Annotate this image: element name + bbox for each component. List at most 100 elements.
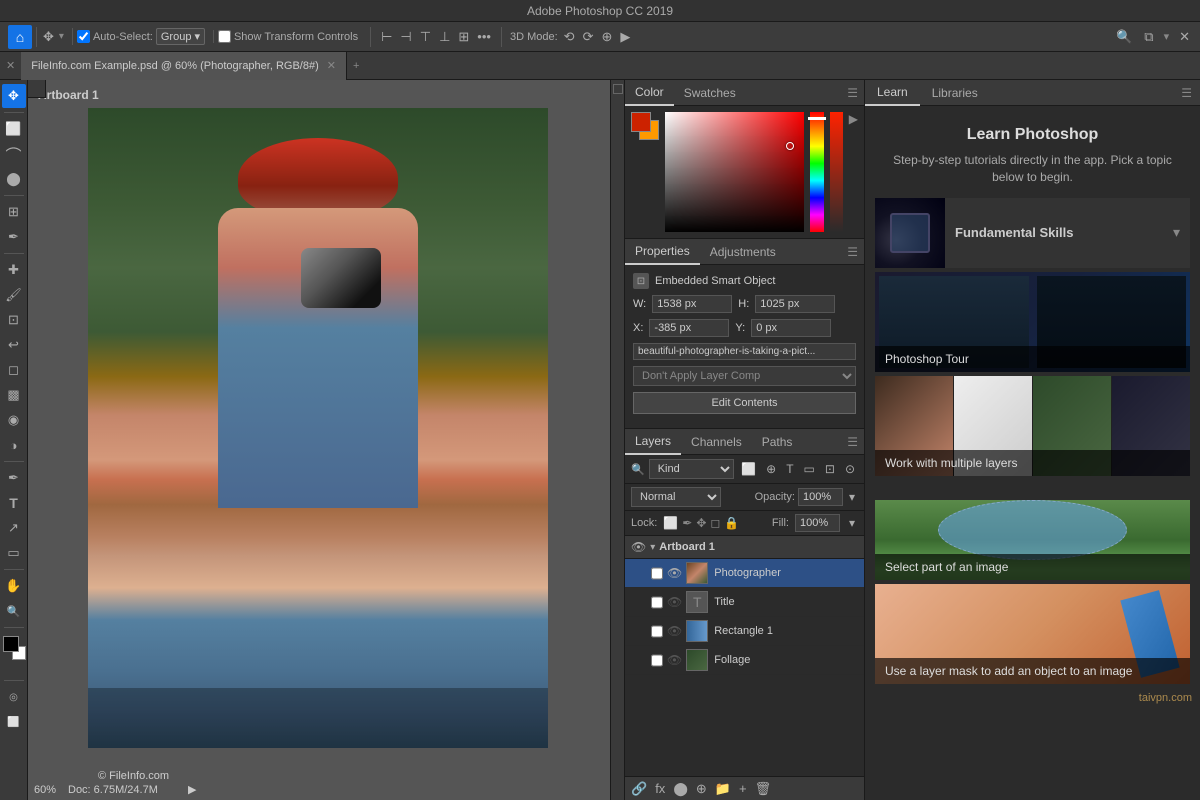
autoselect-checkbox[interactable] (77, 30, 90, 43)
layers-blend-mode[interactable]: Normal (631, 487, 721, 507)
color-expand-btn[interactable]: ▶ (849, 112, 858, 126)
layer-adjustment-btn[interactable]: ⊕ (696, 781, 707, 797)
section-header-fundamental[interactable]: Fundamental Skills ▾ (875, 198, 1190, 268)
brush-tool[interactable]: 🖌 (2, 283, 26, 307)
color-alpha-slider[interactable] (830, 112, 843, 232)
artboard-visibility-btn[interactable]: 👁 (631, 540, 646, 554)
home-button[interactable]: ⌂ (8, 25, 32, 49)
layer-rectangle-checkbox[interactable] (651, 625, 663, 638)
align-left-btn[interactable]: ⊢ (379, 27, 394, 47)
zoom-tool[interactable]: 🔍 (2, 599, 26, 623)
fill-value-input[interactable] (795, 514, 840, 532)
tab-paths[interactable]: Paths (752, 429, 803, 455)
new-tab-btn[interactable]: + (353, 60, 359, 72)
layer-photographer-checkbox[interactable] (651, 567, 663, 580)
layer-title[interactable]: 👁 T Title (625, 588, 864, 617)
layer-mask-btn[interactable]: ⬤ (673, 781, 688, 797)
move-tool[interactable]: ✥ (2, 84, 26, 108)
layers-filter-shape-btn[interactable]: ▭ (801, 461, 818, 477)
quick-mask-btn[interactable]: ◎ (2, 685, 26, 709)
blur-tool[interactable]: ◉ (2, 408, 26, 432)
card-photoshop-tour[interactable]: Photoshop Tour (875, 272, 1190, 372)
edit-contents-btn[interactable]: Edit Contents (633, 392, 856, 414)
props-layercomp-dropdown[interactable]: Don't Apply Layer Comp (633, 366, 856, 386)
layer-group-btn[interactable]: 📁 (715, 781, 731, 797)
color-hue-slider[interactable] (810, 112, 823, 232)
props-panel-menu[interactable]: ☰ (847, 245, 864, 259)
eraser-tool[interactable]: ◻ (2, 358, 26, 382)
threed-mode3-btn[interactable]: ⊕ (599, 27, 614, 47)
autoselect-dropdown[interactable]: Group ▾ (156, 28, 205, 45)
card-select-part[interactable]: Select part of an image (875, 480, 1190, 580)
gradient-tool[interactable]: ▩ (2, 383, 26, 407)
lasso-tool[interactable]: ⌒ (2, 142, 26, 166)
layer-delete-btn[interactable]: 🗑 (755, 781, 772, 797)
card-layer-mask[interactable]: Use a layer mask to add an object to an … (875, 584, 1190, 684)
layers-filter-adjustment-btn[interactable]: ⊕ (763, 461, 779, 477)
transform-checkbox[interactable] (218, 30, 231, 43)
screen-mode-btn[interactable]: ⬜ (2, 710, 26, 734)
color-saturation-brightness[interactable] (665, 112, 804, 232)
arrange-button[interactable]: ⧉ (1142, 27, 1155, 47)
layer-rectangle-eye[interactable]: 👁 (667, 624, 682, 638)
section-arrow-fundamental[interactable]: ▾ (1173, 224, 1190, 241)
layers-kind-select[interactable]: Kind (649, 459, 734, 479)
stamp-tool[interactable]: ⊡ (2, 308, 26, 332)
layers-opacity-arrow[interactable]: ▾ (846, 489, 858, 505)
layer-foliage-checkbox[interactable] (651, 654, 663, 667)
threed-mode4-btn[interactable]: ▶ (618, 27, 632, 47)
lock-pixels-btn[interactable]: ✒ (682, 516, 692, 530)
align-top-btn[interactable]: ⊥ (437, 27, 452, 47)
lock-position-btn[interactable]: ✥ (696, 516, 706, 530)
document-tab[interactable]: FileInfo.com Example.psd @ 60% (Photogra… (21, 52, 347, 80)
workspace-close-btn[interactable]: ✕ (1177, 27, 1192, 47)
lock-all-btn[interactable]: 🔒 (724, 516, 739, 530)
pen-tool[interactable]: ✒ (2, 466, 26, 490)
shape-tool[interactable]: ▭ (2, 541, 26, 565)
layers-filter-type-btn[interactable]: T (783, 461, 796, 477)
document-tab-close[interactable]: ✕ (327, 59, 336, 72)
lock-artboard-btn[interactable]: ◻ (710, 516, 720, 530)
marquee-tool[interactable]: ⬜ (2, 117, 26, 141)
layer-rectangle[interactable]: 👁 Rectangle 1 (625, 617, 864, 646)
layers-opacity-input[interactable] (798, 488, 843, 506)
color-panel-menu[interactable]: ☰ (847, 86, 864, 100)
layer-effects-btn[interactable]: fx (655, 781, 665, 796)
threed-mode1-btn[interactable]: ⟲ (562, 27, 577, 47)
color-foreground[interactable] (631, 112, 651, 132)
quick-select-tool[interactable]: ⬤ (2, 167, 26, 191)
props-y-field[interactable] (751, 319, 831, 337)
tab-learn[interactable]: Learn (865, 80, 920, 106)
heal-tool[interactable]: ✚ (2, 258, 26, 282)
artboard-expand-arrow[interactable]: ▾ (650, 542, 655, 553)
layer-new-btn[interactable]: + (739, 781, 747, 796)
color-fg-bg-selector[interactable] (631, 112, 659, 140)
props-height-field[interactable] (755, 295, 835, 313)
path-select-tool[interactable]: ↗ (2, 516, 26, 540)
align-center-btn[interactable]: ⊣ (398, 27, 413, 47)
tab-swatches[interactable]: Swatches (674, 80, 746, 106)
threed-mode2-btn[interactable]: ⟳ (581, 27, 596, 47)
lock-transparent-btn[interactable]: ⬜ (663, 516, 678, 530)
collapse-btn[interactable] (613, 84, 623, 94)
move-tool-btn[interactable]: ✥ (41, 27, 56, 47)
distribute-btn[interactable]: ⊞ (456, 27, 471, 47)
tab-adjustments[interactable]: Adjustments (700, 239, 786, 265)
learn-panel-menu[interactable]: ☰ (1181, 86, 1200, 100)
layer-title-eye[interactable]: 👁 (667, 595, 682, 609)
crop-tool[interactable]: ⊞ (2, 200, 26, 224)
tab-close-icon[interactable]: ✕ (0, 59, 21, 72)
fill-arrow[interactable]: ▾ (846, 515, 858, 531)
dodge-tool[interactable]: ◑ (2, 433, 26, 457)
layer-photographer-eye[interactable]: 👁 (667, 566, 682, 580)
type-tool[interactable]: T (2, 491, 26, 515)
layer-foliage[interactable]: 👁 Follage (625, 646, 864, 675)
layers-panel-menu[interactable]: ☰ (847, 435, 864, 449)
layer-title-checkbox[interactable] (651, 596, 663, 609)
props-width-field[interactable] (652, 295, 732, 313)
tab-properties[interactable]: Properties (625, 239, 700, 265)
history-tool[interactable]: ↩ (2, 333, 26, 357)
layer-photographer[interactable]: 👁 Photographer (625, 559, 864, 588)
card-work-layers[interactable]: Work with multiple layers (875, 376, 1190, 476)
layers-filter-pixel-btn[interactable]: ⬜ (738, 461, 759, 477)
